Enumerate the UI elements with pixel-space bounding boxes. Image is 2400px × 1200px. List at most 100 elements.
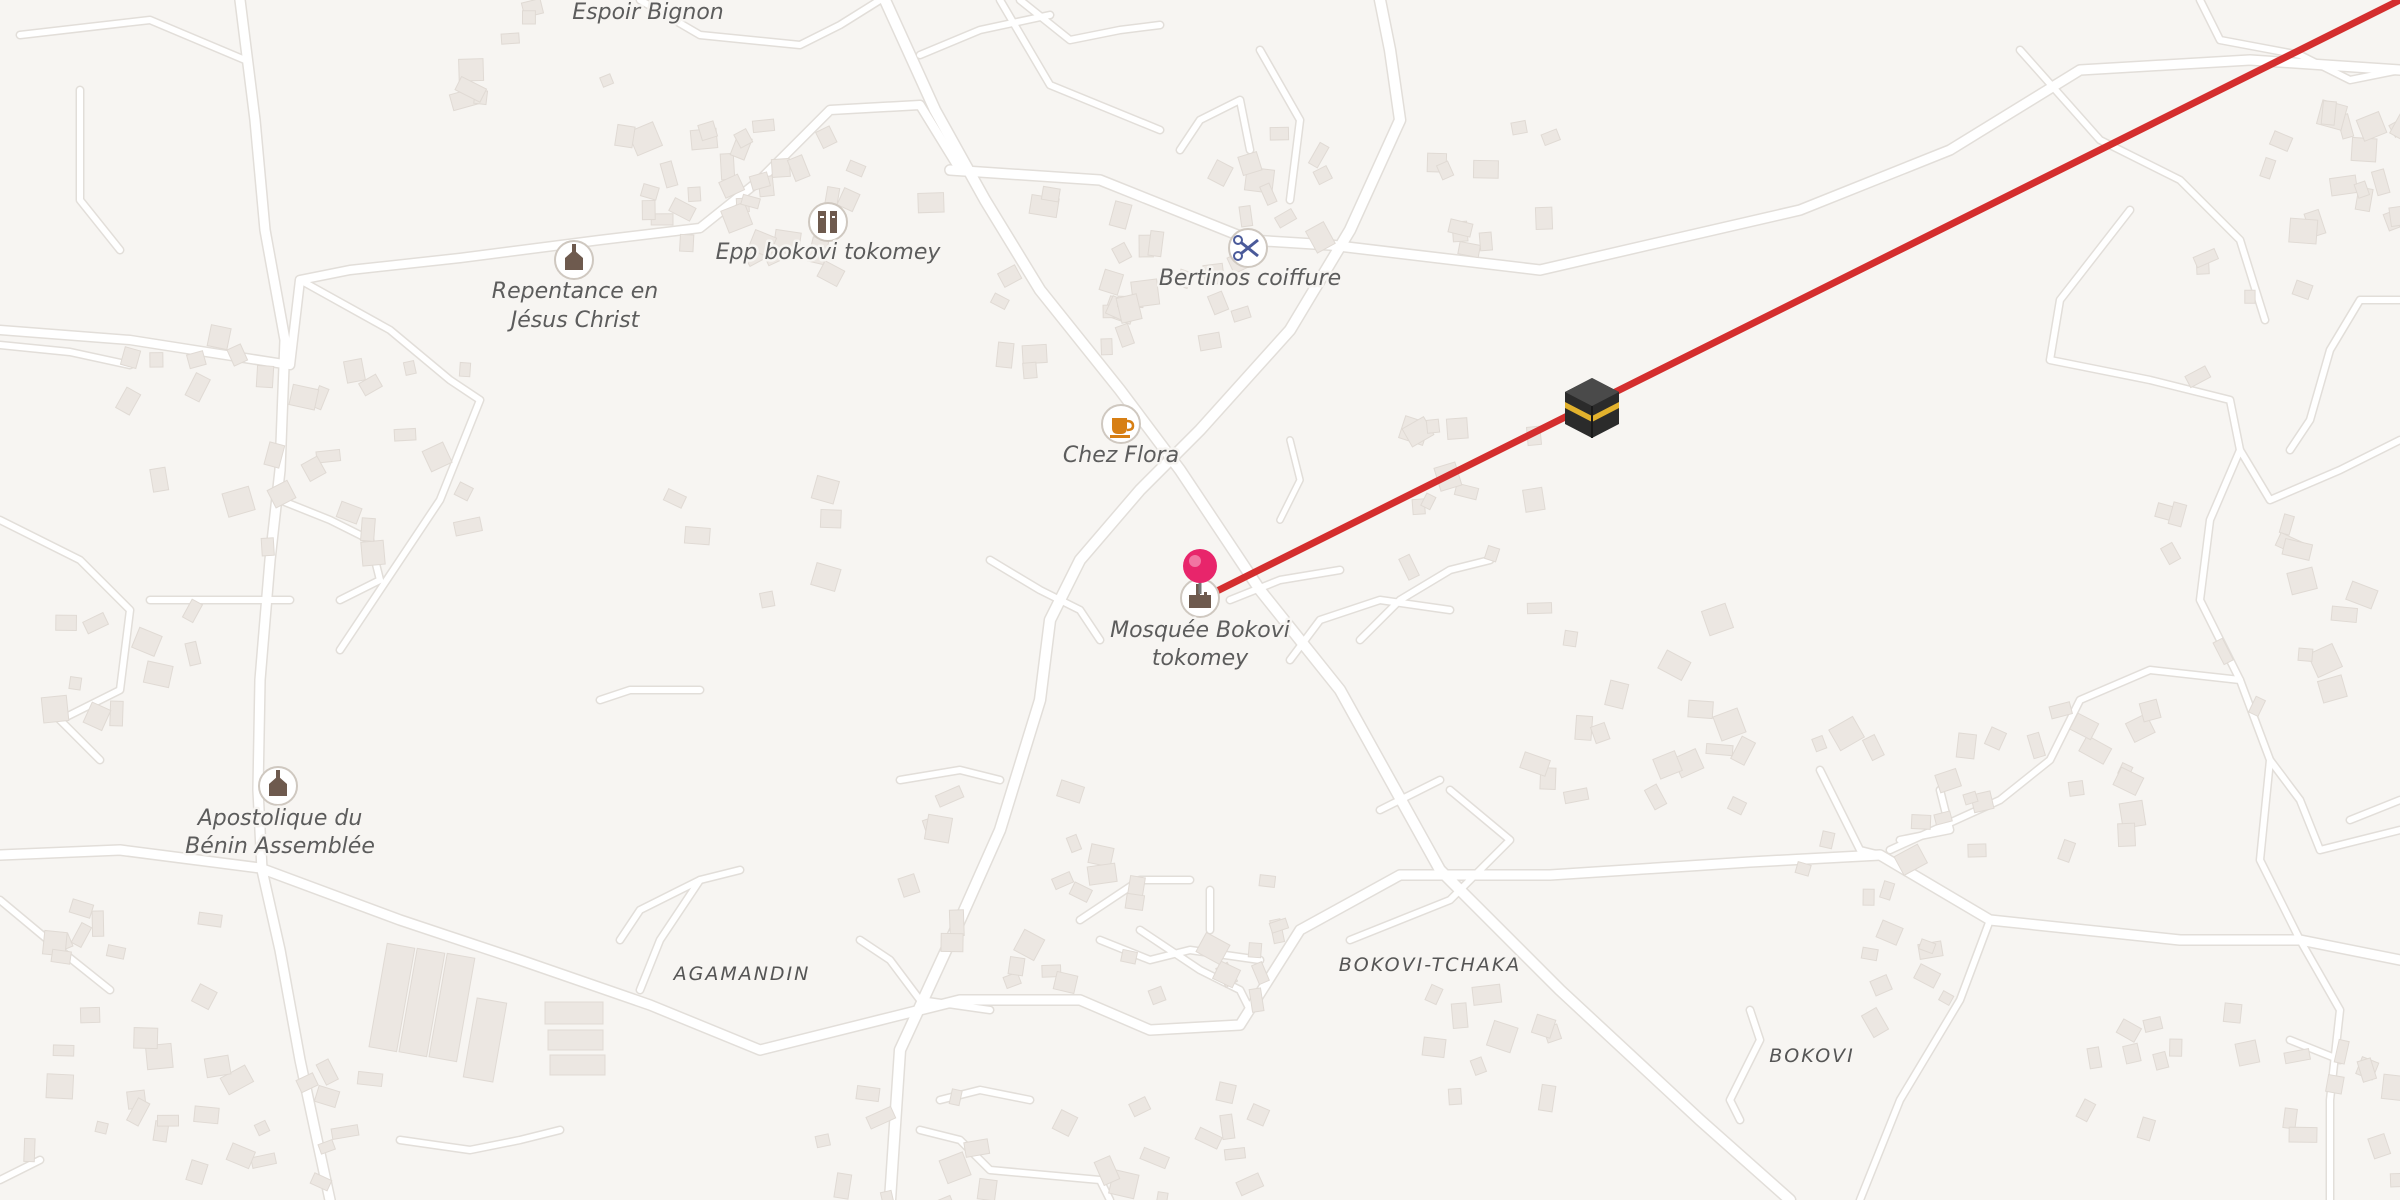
building — [197, 911, 223, 928]
building — [1534, 206, 1554, 231]
building — [2380, 1073, 2400, 1102]
building — [940, 932, 964, 953]
building — [683, 526, 711, 546]
building — [976, 1177, 998, 1200]
building — [833, 1172, 853, 1200]
building — [1219, 1113, 1236, 1141]
building — [1447, 1087, 1463, 1106]
building — [2169, 1038, 2183, 1057]
building — [948, 909, 965, 937]
place-label-bokovi-tchaka: BOKOVI-TCHAKA — [1339, 954, 1522, 976]
building — [1247, 942, 1263, 959]
building — [2282, 1107, 2298, 1130]
building — [1223, 1147, 1247, 1161]
building — [360, 539, 386, 567]
building — [1007, 955, 1026, 977]
poi-label[interactable]: Espoir Bignon — [570, 0, 726, 28]
building — [50, 948, 72, 965]
building — [687, 186, 702, 203]
building — [2288, 1126, 2318, 1143]
building — [149, 352, 164, 368]
church-icon[interactable] — [258, 766, 298, 806]
poi-label[interactable]: Epp bokovi tokomey — [713, 238, 944, 268]
building — [133, 1027, 159, 1050]
building — [1478, 231, 1494, 252]
place-label-agamandin: AGAMANDIN — [672, 963, 811, 985]
poi-label-line2[interactable]: Jésus Christ — [504, 306, 643, 336]
building — [1862, 888, 1875, 906]
building — [94, 1120, 109, 1135]
building — [1510, 119, 1528, 136]
poi-label[interactable]: Apostolique du — [193, 804, 365, 834]
building — [1522, 486, 1546, 513]
building — [91, 910, 105, 937]
building — [1120, 948, 1139, 965]
building — [23, 1137, 36, 1163]
place-label-bokovi: BOKOVI — [1769, 1045, 1855, 1067]
building — [1574, 714, 1594, 741]
building — [1100, 338, 1113, 356]
building — [40, 694, 70, 724]
poi-label[interactable]: Mosquée Bokovi — [1108, 616, 1293, 646]
building — [2389, 1172, 2400, 1188]
building — [2325, 1073, 2345, 1095]
building — [1705, 742, 1734, 757]
building — [1910, 814, 1932, 830]
building — [156, 1114, 180, 1127]
building — [52, 1044, 75, 1057]
building — [1238, 204, 1254, 228]
building — [2320, 100, 2337, 126]
building — [814, 1133, 832, 1149]
building — [2222, 1002, 2243, 1024]
building — [342, 357, 366, 384]
building — [1687, 699, 1714, 720]
building — [1421, 1036, 1447, 1059]
building — [2328, 174, 2359, 197]
building — [149, 466, 170, 493]
building — [1040, 185, 1061, 203]
building — [356, 1070, 384, 1088]
poi-label-line2[interactable]: Bénin Assemblée — [183, 832, 378, 862]
church-icon[interactable] — [554, 240, 594, 280]
building — [855, 1085, 881, 1103]
building — [923, 813, 954, 844]
building — [1197, 331, 1223, 352]
scissors-icon[interactable] — [1228, 228, 1268, 268]
building — [1562, 629, 1579, 648]
cafe-icon[interactable] — [1101, 404, 1141, 444]
building — [819, 509, 842, 529]
building — [360, 517, 376, 542]
poi-label[interactable]: Chez Flora — [1060, 441, 1181, 471]
building — [500, 32, 520, 45]
building — [68, 675, 83, 691]
building — [1471, 983, 1503, 1006]
building — [2234, 1039, 2261, 1067]
building — [679, 233, 695, 253]
building — [393, 427, 417, 442]
building — [917, 192, 945, 214]
building — [402, 359, 417, 376]
building — [1086, 862, 1118, 886]
building — [255, 364, 275, 389]
poi-label-line2[interactable]: tokomey — [1149, 644, 1251, 674]
school-icon[interactable] — [808, 202, 848, 242]
building — [521, 10, 536, 25]
building — [614, 123, 636, 149]
building — [751, 118, 776, 134]
building — [1445, 417, 1469, 440]
building — [193, 1105, 220, 1125]
building — [1258, 874, 1277, 889]
building — [2288, 217, 2319, 245]
building — [203, 1054, 232, 1079]
building — [1269, 126, 1290, 141]
building — [2117, 822, 2137, 847]
building — [1124, 892, 1146, 912]
building — [1860, 946, 1879, 962]
poi-label[interactable]: Bertinos coiffure — [1156, 264, 1343, 294]
building — [45, 1073, 75, 1100]
building — [79, 1006, 101, 1024]
building — [2244, 289, 2256, 304]
poi-label[interactable]: Repentance en — [489, 277, 660, 307]
map-canvas[interactable]: Espoir Bignon Repentance en Jésus Christ… — [0, 0, 2400, 1200]
building — [1472, 159, 1499, 179]
